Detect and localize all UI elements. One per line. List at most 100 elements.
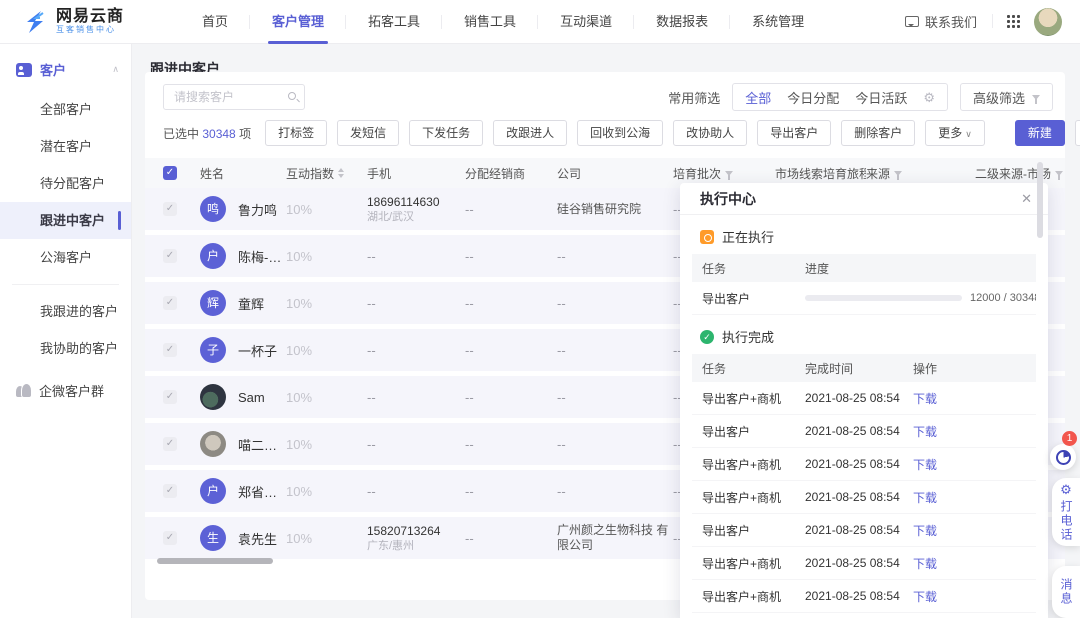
- export-customers-button[interactable]: 导出客户: [757, 120, 831, 146]
- header-lead-journey[interactable]: 市场线索培育旅程...: [775, 165, 866, 182]
- customer-name[interactable]: 童辉: [238, 294, 264, 313]
- cell-phone: --: [367, 343, 465, 358]
- nav-data-reports[interactable]: 数据报表: [634, 0, 730, 44]
- header-name[interactable]: 姓名: [200, 165, 286, 182]
- send-sms-button[interactable]: 发短信: [337, 120, 399, 146]
- done-check-icon: ✓: [700, 330, 714, 344]
- filter-funnel-icon[interactable]: [725, 171, 733, 176]
- selected-count: 30348: [202, 127, 235, 141]
- call-settings-gear-icon: ⚙: [1060, 483, 1072, 496]
- user-avatar[interactable]: [1034, 8, 1062, 36]
- customer-name[interactable]: 袁先生: [238, 529, 277, 548]
- download-link[interactable]: 下载: [903, 522, 973, 539]
- brand-logo: 网易云商 互客销售中心: [0, 8, 180, 35]
- horizontal-scrollbar[interactable]: [157, 558, 273, 564]
- nav-interaction-channels[interactable]: 互动渠道: [538, 0, 634, 44]
- customer-name[interactable]: 喵二敏爷🐎: [238, 435, 286, 454]
- row-checkbox[interactable]: ✓: [163, 531, 177, 545]
- header-phone[interactable]: 手机: [367, 165, 465, 182]
- apps-grid-icon[interactable]: [1007, 15, 1020, 28]
- select-all-checkbox[interactable]: ✓: [163, 166, 177, 180]
- search-icon[interactable]: [288, 92, 296, 100]
- sidebar-item-all-customers[interactable]: 全部客户: [0, 91, 131, 128]
- row-checkbox[interactable]: ✓: [163, 296, 177, 310]
- download-link[interactable]: 下载: [903, 390, 973, 407]
- contact-us-button[interactable]: 联系我们: [905, 12, 993, 31]
- quick-filter-today-active[interactable]: 今日活跃: [855, 88, 907, 107]
- nav-home[interactable]: 首页: [180, 0, 250, 44]
- header-dealer[interactable]: 分配经销商: [465, 165, 557, 182]
- cell-score: 10%: [286, 202, 367, 217]
- message-widget[interactable]: 消息: [1052, 566, 1080, 618]
- import-button[interactable]: 导入: [1075, 120, 1080, 146]
- advanced-filter-button[interactable]: 高级筛选: [960, 83, 1053, 111]
- notification-badge: 1: [1062, 431, 1077, 446]
- download-link[interactable]: 下载: [903, 423, 973, 440]
- progress-bar: [805, 295, 962, 301]
- done-task-row: 导出客户+商机 2021-08-25 08:54 下载: [692, 547, 1036, 580]
- cell-company: 广州颜之生物科技 有限公司: [557, 523, 673, 553]
- row-checkbox[interactable]: ✓: [163, 343, 177, 357]
- filter-funnel-icon[interactable]: [894, 171, 902, 176]
- row-checkbox[interactable]: ✓: [163, 437, 177, 451]
- done-task-row: 导出客户 2021-08-25 08:54 下载: [692, 514, 1036, 547]
- sidebar-item-public-customers[interactable]: 公海客户: [0, 239, 131, 276]
- row-checkbox[interactable]: ✓: [163, 249, 177, 263]
- filter-funnel-icon[interactable]: [1055, 171, 1063, 176]
- change-assistant-button[interactable]: 改协助人: [673, 120, 747, 146]
- row-checkbox[interactable]: ✓: [163, 202, 177, 216]
- sidebar-group-customers[interactable]: 客户 ∧: [0, 44, 131, 91]
- sort-icon[interactable]: [338, 168, 344, 178]
- nav-sales-tools[interactable]: 销售工具: [442, 0, 538, 44]
- brand-name: 网易云商: [56, 8, 124, 25]
- download-link[interactable]: 下载: [903, 456, 973, 473]
- customer-name[interactable]: Sam: [238, 390, 265, 405]
- customer-name[interactable]: 一杯子: [238, 341, 277, 360]
- sidebar-item-my-following[interactable]: 我跟进的客户: [0, 293, 131, 330]
- header-secondary-source[interactable]: 二级来源-市场: [975, 165, 1065, 182]
- recycle-to-pool-button[interactable]: 回收到公海: [577, 120, 663, 146]
- quick-filter-gear-icon[interactable]: ⚙: [923, 91, 935, 104]
- close-icon[interactable]: ✕: [1021, 191, 1032, 207]
- header-company[interactable]: 公司: [557, 165, 673, 182]
- quick-filter-today-assigned[interactable]: 今日分配: [787, 88, 839, 107]
- quick-filter-all[interactable]: 全部: [745, 88, 771, 107]
- more-button[interactable]: 更多∨: [925, 120, 985, 146]
- customer-name[interactable]: 陈梅-网易...: [238, 247, 286, 266]
- quick-filter-group: 全部 今日分配 今日活跃 ⚙: [732, 83, 948, 111]
- header-nurture-batch[interactable]: 培育批次: [673, 165, 775, 182]
- sidebar-item-wecom-groups[interactable]: 企微客户群: [0, 367, 131, 412]
- vertical-scrollbar[interactable]: [1037, 162, 1043, 238]
- sidebar-item-my-assisting[interactable]: 我协助的客户: [0, 330, 131, 367]
- download-link[interactable]: 下载: [903, 555, 973, 572]
- row-checkbox[interactable]: ✓: [163, 390, 177, 404]
- header-source[interactable]: 来源: [866, 165, 975, 182]
- chevron-up-icon[interactable]: ∧: [112, 64, 119, 75]
- change-follower-button[interactable]: 改跟进人: [493, 120, 567, 146]
- assign-task-button[interactable]: 下发任务: [409, 120, 483, 146]
- download-link[interactable]: 下载: [903, 588, 973, 605]
- done-task-row: 导出客户+商机 2021-08-25 08:54 下载: [692, 382, 1036, 415]
- cell-company: --: [557, 484, 673, 499]
- customer-name[interactable]: 郑省委-网...: [238, 482, 286, 501]
- create-button[interactable]: 新建: [1015, 120, 1065, 146]
- sidebar-item-unassigned-customers[interactable]: 待分配客户: [0, 165, 131, 202]
- tag-button[interactable]: 打标签: [265, 120, 327, 146]
- row-checkbox[interactable]: ✓: [163, 484, 177, 498]
- search-input[interactable]: [164, 85, 304, 109]
- avatar: [200, 384, 226, 410]
- sidebar-item-following-customers[interactable]: 跟进中客户: [0, 202, 131, 239]
- nav-system-management[interactable]: 系统管理: [730, 0, 826, 44]
- cell-company: --: [557, 296, 673, 311]
- delete-customers-button[interactable]: 删除客户: [841, 120, 915, 146]
- cell-score: 10%: [286, 343, 367, 358]
- sidebar-divider: [12, 284, 119, 285]
- nav-acquisition-tools[interactable]: 拓客工具: [346, 0, 442, 44]
- make-call-widget[interactable]: ⚙ 打电话: [1052, 478, 1080, 546]
- header-interaction-score[interactable]: 互动指数: [286, 165, 367, 182]
- sidebar-item-potential-customers[interactable]: 潜在客户: [0, 128, 131, 165]
- download-link[interactable]: 下载: [903, 489, 973, 506]
- nav-customer-management[interactable]: 客户管理: [250, 0, 346, 44]
- execution-center-toggle[interactable]: [1050, 444, 1076, 470]
- customer-name[interactable]: 鲁力鸣: [238, 200, 277, 219]
